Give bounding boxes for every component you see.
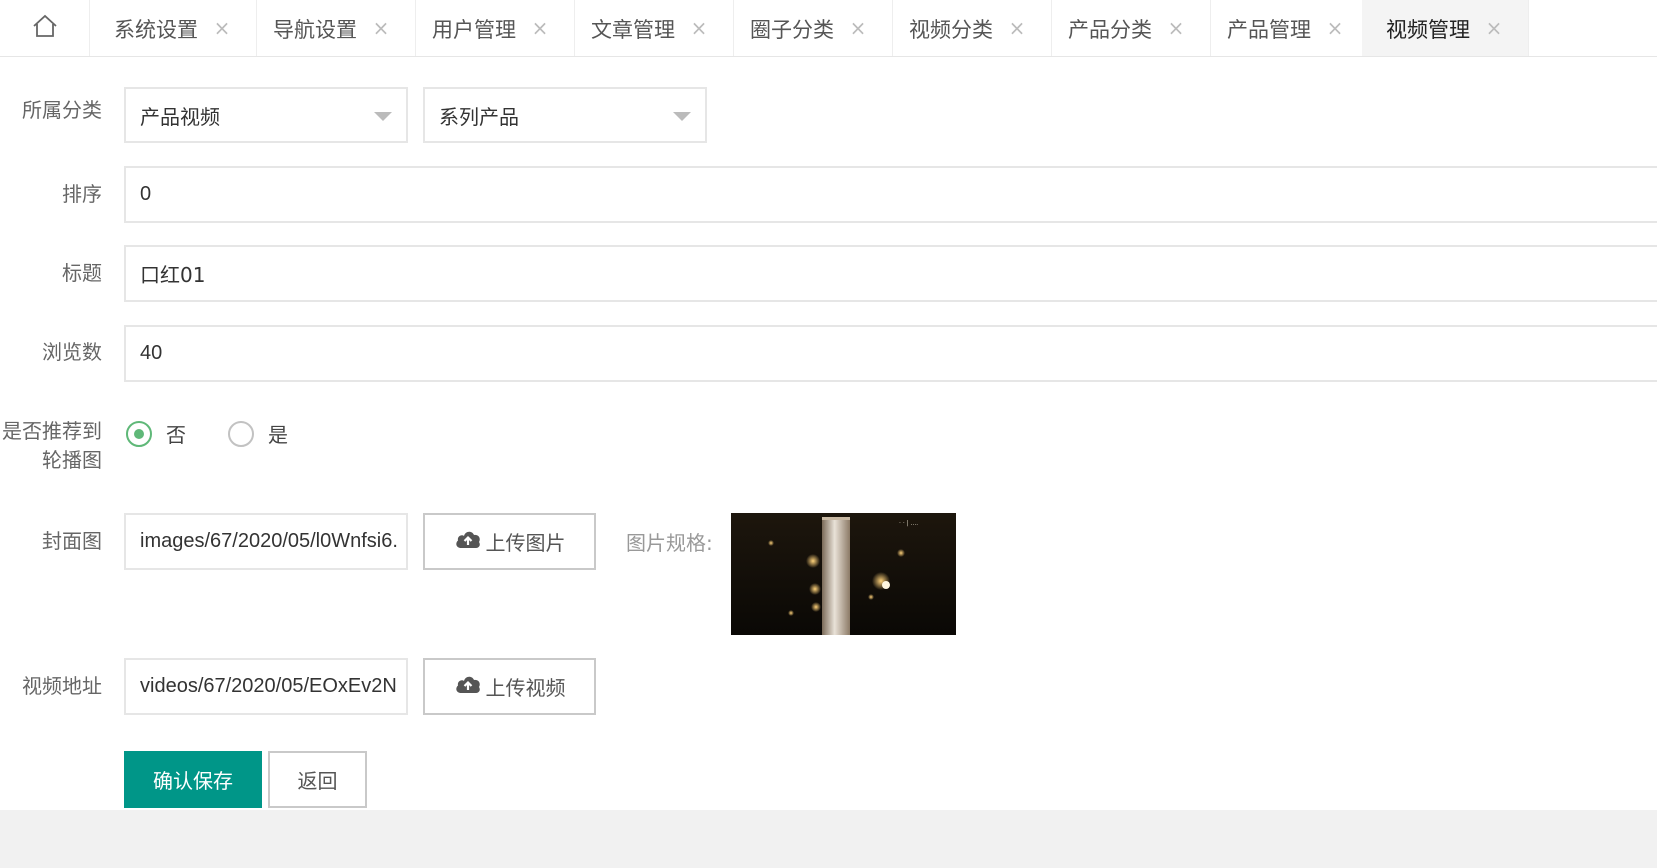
radio-label: 否 (166, 423, 186, 447)
page: 系统设置 × 导航设置 × 用户管理 × 文章管理 × 圈子分类 × 视频分类 … (0, 0, 1657, 868)
tab-user-management[interactable]: 用户管理 × (408, 0, 575, 56)
tab-video-management[interactable]: 视频管理 × (1362, 0, 1529, 56)
recommend-label-line1: 是否推荐到 (2, 419, 102, 443)
close-icon[interactable]: × (371, 16, 391, 40)
select-value: 产品视频 (140, 104, 220, 129)
close-icon[interactable]: × (848, 16, 868, 40)
input-value: 0 (140, 183, 152, 205)
cloud-upload-icon (454, 673, 486, 700)
sort-label: 排序 (62, 182, 102, 206)
tab-label: 文章管理 (591, 18, 675, 42)
input-value: 40 (140, 342, 163, 364)
radio-checked-icon (126, 420, 152, 447)
video-label: 视频地址 (22, 674, 102, 698)
cover-label: 封面图 (42, 529, 102, 553)
image-spec-label: 图片规格: (626, 531, 713, 555)
back-button[interactable]: 返回 (268, 751, 367, 808)
tab-navigation-settings[interactable]: 导航设置 × (249, 0, 416, 56)
cover-thumbnail: · · | .... (731, 513, 956, 635)
tab-label: 视频管理 (1386, 18, 1470, 42)
radio-label: 是 (268, 423, 288, 447)
radio-unchecked-icon (228, 420, 254, 447)
save-button[interactable]: 确认保存 (124, 751, 262, 808)
title-label: 标题 (62, 261, 102, 285)
tab-label: 系统设置 (114, 18, 198, 42)
input-value: images/67/2020/05/l0Wnfsi6. (140, 530, 398, 552)
sort-input[interactable]: 0 (124, 166, 1657, 223)
tab-circle-category[interactable]: 圈子分类 × (726, 0, 893, 56)
upload-image-button[interactable]: 上传图片 (423, 513, 596, 570)
tab-product-management[interactable]: 产品管理 × (1203, 0, 1370, 56)
close-icon[interactable]: × (1007, 16, 1027, 40)
tab-label: 圈子分类 (750, 18, 834, 42)
home-icon (32, 14, 58, 42)
tab-label: 产品管理 (1227, 18, 1311, 42)
tab-label: 导航设置 (273, 18, 357, 42)
close-icon[interactable]: × (212, 16, 232, 40)
recommend-radio-no[interactable]: 否 (126, 419, 186, 448)
tab-label: 用户管理 (432, 18, 516, 42)
tab-product-category[interactable]: 产品分类 × (1044, 0, 1211, 56)
recommend-label-line2: 轮播图 (42, 448, 102, 472)
select-value: 系列产品 (439, 104, 519, 129)
views-label: 浏览数 (42, 340, 102, 364)
recommend-radio-yes[interactable]: 是 (228, 419, 288, 448)
tab-system-settings[interactable]: 系统设置 × (90, 0, 257, 56)
button-label: 返回 (297, 769, 338, 793)
tab-label: 产品分类 (1068, 18, 1152, 42)
upload-video-button[interactable]: 上传视频 (423, 658, 596, 715)
tab-article-management[interactable]: 文章管理 × (567, 0, 734, 56)
video-path-input[interactable]: videos/67/2020/05/EOxEv2N (124, 658, 408, 715)
cover-path-input[interactable]: images/67/2020/05/l0Wnfsi6. (124, 513, 408, 570)
tab-label: 视频分类 (909, 18, 993, 42)
cloud-upload-icon (454, 528, 486, 555)
input-value: videos/67/2020/05/EOxEv2N (140, 675, 397, 697)
tab-video-category[interactable]: 视频分类 × (885, 0, 1052, 56)
close-icon[interactable]: × (530, 16, 550, 40)
title-input[interactable]: 口红01 (124, 245, 1657, 302)
category-label: 所属分类 (22, 98, 102, 122)
button-label: 上传图片 (485, 531, 566, 555)
button-label: 确认保存 (153, 769, 233, 793)
close-icon[interactable]: × (1484, 16, 1504, 40)
tab-home[interactable] (0, 0, 90, 56)
views-input[interactable]: 40 (124, 325, 1657, 382)
chevron-down-icon (374, 112, 392, 121)
tab-bar: 系统设置 × 导航设置 × 用户管理 × 文章管理 × 圈子分类 × 视频分类 … (0, 0, 1657, 57)
chevron-down-icon (673, 112, 691, 121)
close-icon[interactable]: × (1166, 16, 1186, 40)
category-select-secondary[interactable]: 系列产品 (423, 87, 707, 143)
svg-text:· · | ....: · · | .... (899, 520, 918, 527)
button-label: 上传视频 (485, 676, 566, 700)
close-icon[interactable]: × (689, 16, 709, 40)
close-icon[interactable]: × (1325, 16, 1345, 40)
input-value: 口红01 (140, 263, 206, 287)
category-select-primary[interactable]: 产品视频 (124, 87, 408, 143)
